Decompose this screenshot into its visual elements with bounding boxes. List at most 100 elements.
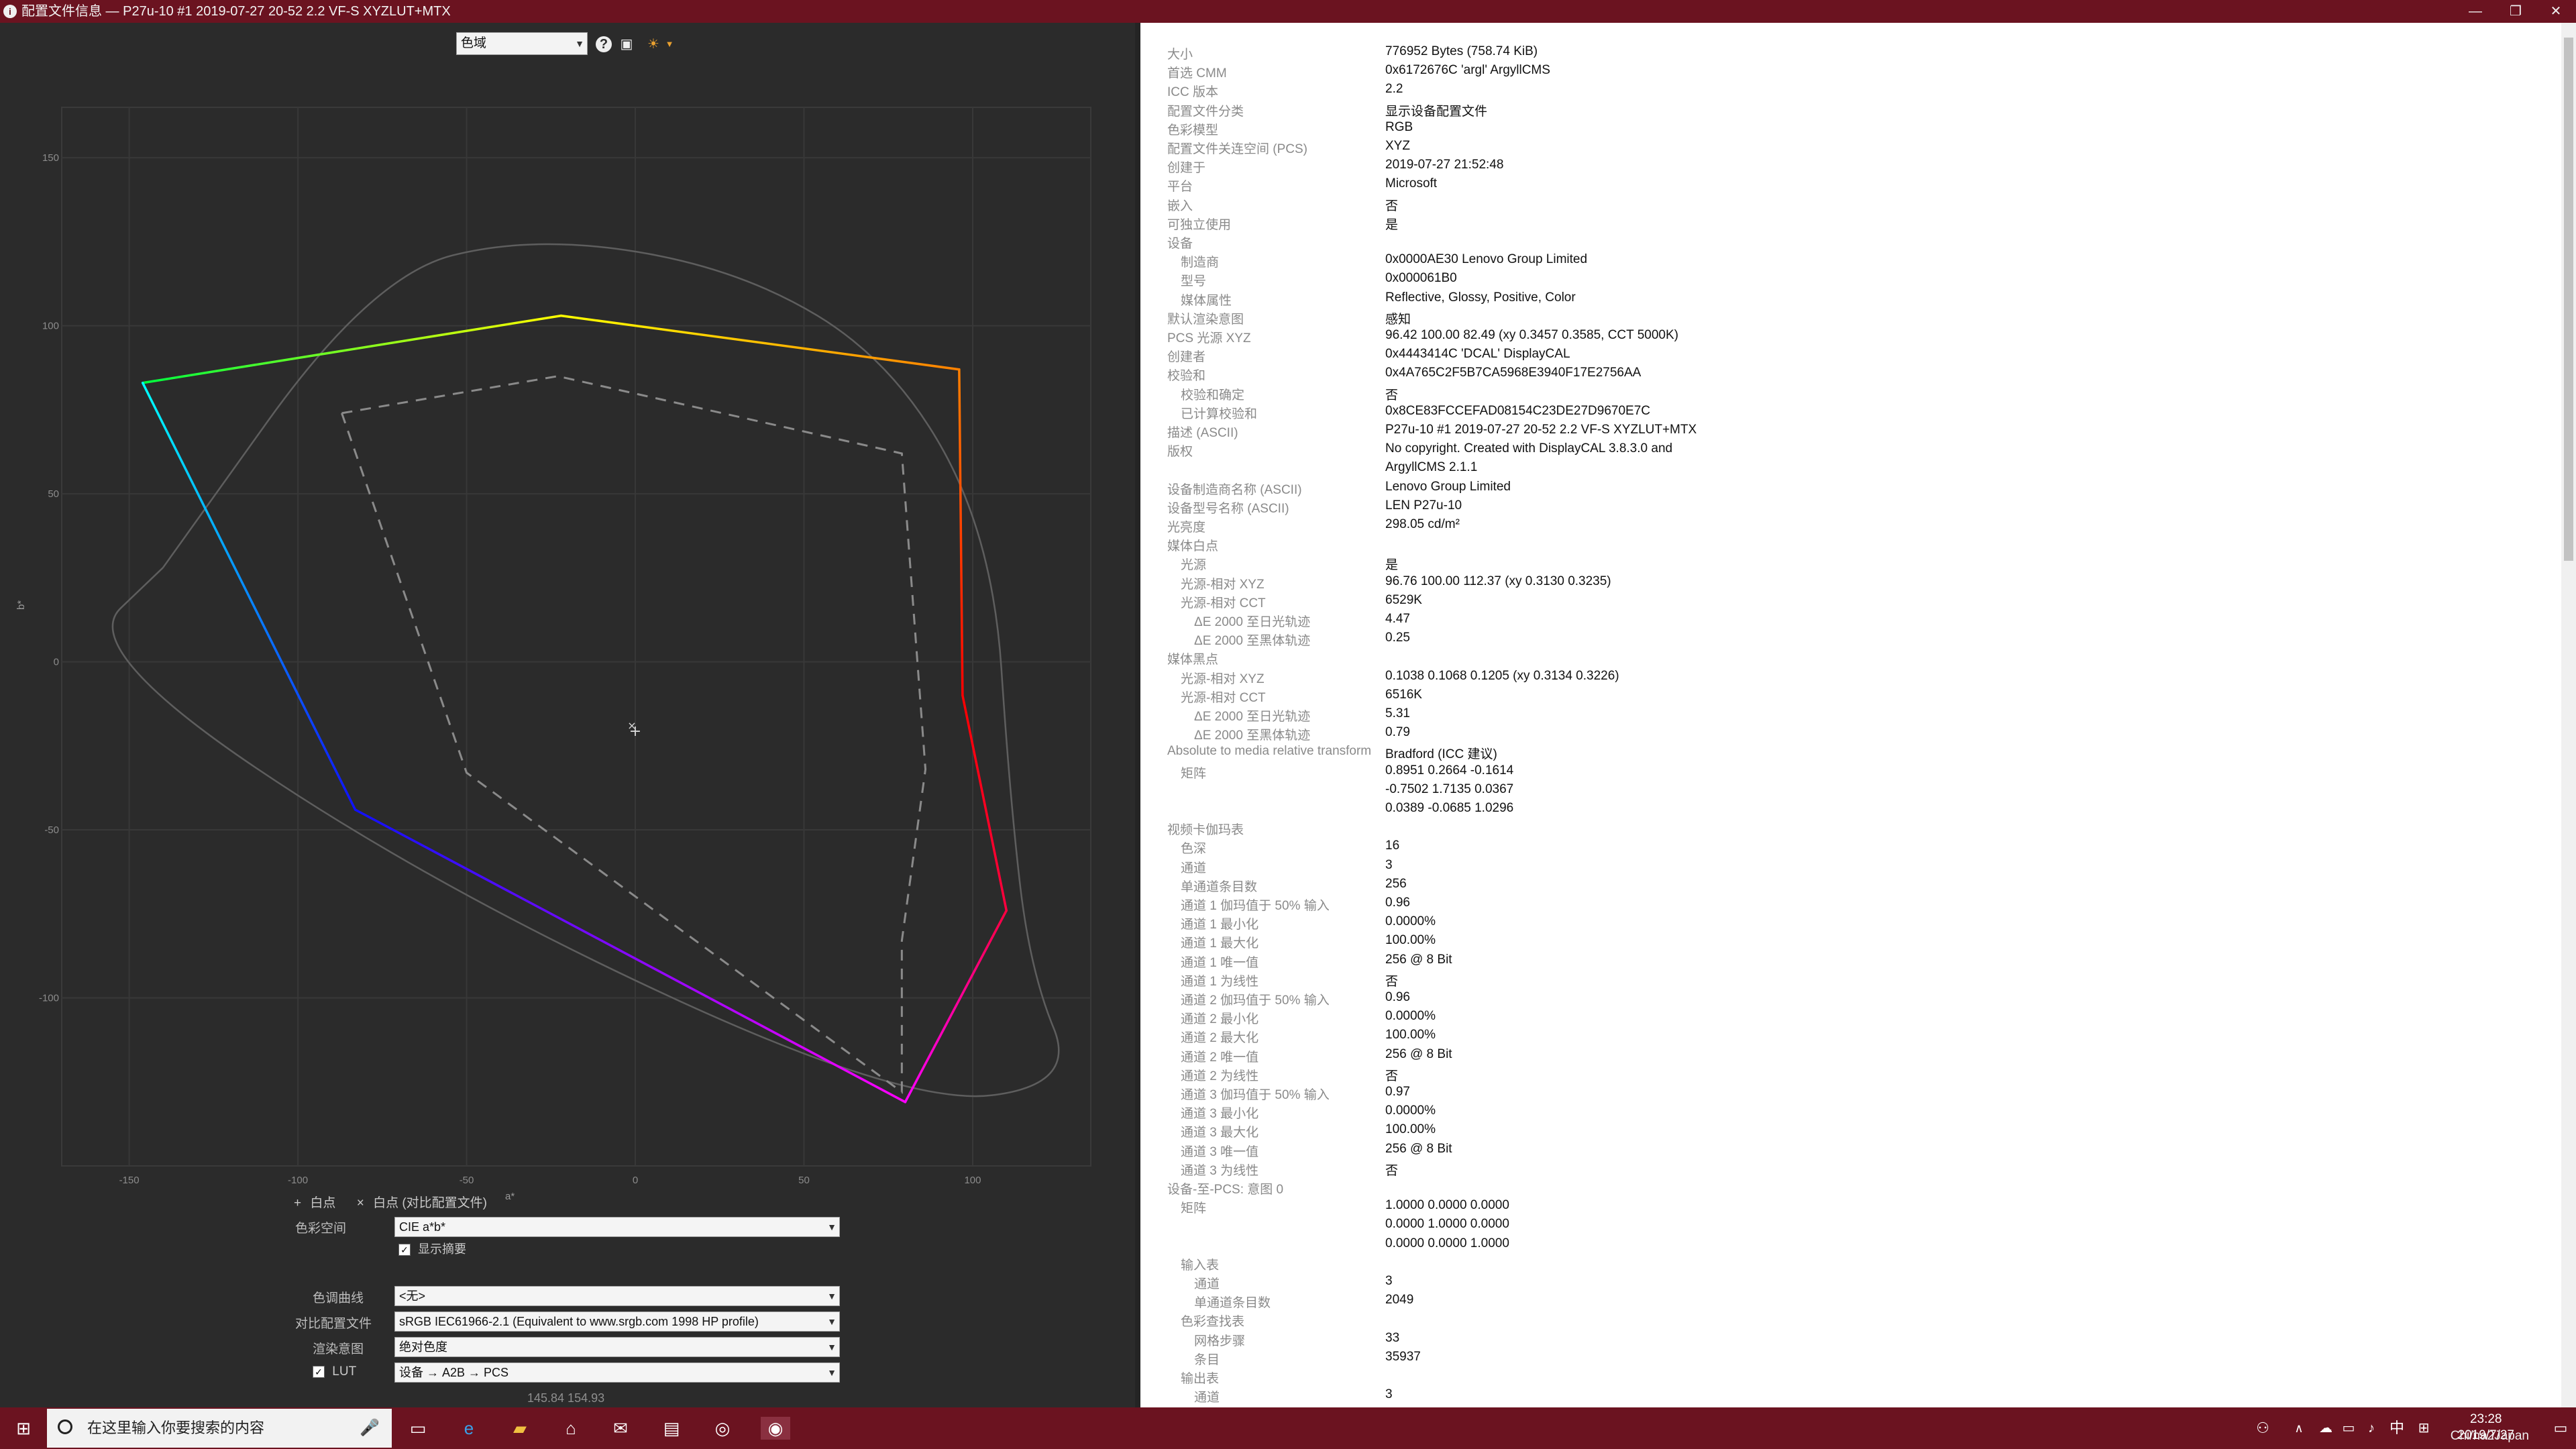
close-button[interactable]: ✕ xyxy=(2536,0,2576,23)
people-icon[interactable]: ⚇ xyxy=(2251,1417,2274,1440)
y-tick-label: 150 xyxy=(42,152,59,164)
show-summary-checkbox[interactable]: ✓ 显示摘要 xyxy=(398,1240,466,1257)
property-label: 版权 xyxy=(1167,445,1193,460)
property-label: 配置文件关连空间 (PCS) xyxy=(1167,142,1308,156)
property-label: Absolute to media relative transform xyxy=(1167,744,1372,759)
notification-icon[interactable]: ▭ xyxy=(2549,1417,2572,1440)
microphone-icon[interactable]: 🎤 xyxy=(360,1409,380,1448)
image-icon[interactable]: ▣ xyxy=(619,36,635,52)
search-icon xyxy=(58,1419,72,1434)
x-tick-label: -100 xyxy=(288,1175,308,1186)
plot-grid xyxy=(61,107,1091,1167)
property-label: 描述 (ASCII) xyxy=(1167,426,1238,440)
intent-select[interactable]: 绝对色度 ▼ xyxy=(394,1337,840,1357)
property-label: ICC 版本 xyxy=(1167,85,1219,100)
mail-icon[interactable]: ✉ xyxy=(609,1417,632,1440)
colorspace-select[interactable]: CIE a*b* ▼ xyxy=(394,1217,840,1237)
property-value: 96.76 100.00 112.37 (xy 0.3130 0.3235) xyxy=(1385,574,1611,588)
property-value: 100.00% xyxy=(1385,1122,1436,1137)
compare-profile-select[interactable]: sRGB IEC61966-2.1 (Equivalent to www.srg… xyxy=(394,1311,840,1332)
view-select-value: 色域 xyxy=(461,36,487,50)
property-label: 设备型号名称 (ASCII) xyxy=(1167,501,1289,516)
property-value: 256 @ 8 Bit xyxy=(1385,1046,1452,1061)
property-value: 3 xyxy=(1385,857,1393,872)
windows-start-icon[interactable]: ⊞ xyxy=(12,1417,35,1440)
property-label: ΔE 2000 至日光轨迹 xyxy=(1194,710,1311,724)
task-view-icon[interactable]: ▭ xyxy=(407,1417,429,1440)
property-value: RGB xyxy=(1385,119,1413,134)
steam-icon[interactable]: ◎ xyxy=(711,1417,734,1440)
property-label: 配置文件分类 xyxy=(1167,104,1244,119)
show-summary-label: 显示摘要 xyxy=(418,1242,467,1256)
property-value: 0.0000% xyxy=(1385,1009,1436,1024)
file-explorer-icon[interactable]: ▰ xyxy=(508,1417,531,1440)
property-label: ΔE 2000 至日光轨迹 xyxy=(1194,615,1311,629)
network-icon[interactable]: ▭ xyxy=(2337,1417,2360,1440)
view-select[interactable]: 色域 ▼ xyxy=(456,32,588,55)
property-label: ΔE 2000 至黑体轨迹 xyxy=(1194,634,1311,649)
property-label: 通道 xyxy=(1194,1391,1220,1405)
lut-select[interactable]: 设备 → A2B → PCS ▼ xyxy=(394,1362,840,1383)
chevron-down-icon[interactable]: ▼ xyxy=(661,36,678,52)
property-label: 设备-至-PCS: 意图 0 xyxy=(1167,1183,1284,1197)
property-value: 0x4443414C 'DCAL' DisplayCAL xyxy=(1385,347,1570,362)
tray-expand-icon[interactable]: ∧ xyxy=(2288,1417,2310,1440)
chevron-down-icon: ▼ xyxy=(827,1222,837,1232)
whitepoint-marker-icon: + xyxy=(294,1196,302,1210)
chevron-down-icon: ▼ xyxy=(575,38,584,49)
scrollbar[interactable] xyxy=(2561,23,2576,1407)
property-label: 通道 1 为线性 xyxy=(1181,974,1259,989)
edge-icon[interactable]: e xyxy=(458,1417,480,1440)
ime-indicator[interactable]: 中 xyxy=(2385,1417,2408,1440)
pane-splitter[interactable] xyxy=(1135,23,1140,1407)
property-value: 0.1038 0.1068 0.1205 (xy 0.3134 0.3226) xyxy=(1385,668,1619,683)
lut-checkbox[interactable]: ✓ LUT xyxy=(313,1364,356,1379)
legend-whitepoint: 白点 xyxy=(310,1196,336,1210)
property-label: 创建者 xyxy=(1167,350,1206,365)
luminance-icon[interactable]: ☀ xyxy=(645,36,661,52)
property-label: 通道 3 唯一值 xyxy=(1181,1144,1259,1159)
tone-curve-value: <无> xyxy=(399,1289,426,1303)
property-value: 0.0000% xyxy=(1385,914,1436,929)
property-value: 0.0000 0.0000 1.0000 xyxy=(1385,1236,1509,1250)
property-label: 色彩查找表 xyxy=(1181,1315,1245,1330)
cloud-icon[interactable]: ☁ xyxy=(2314,1417,2337,1440)
keyboard-icon[interactable]: ⊞ xyxy=(2412,1417,2435,1440)
property-value: Reflective, Glossy, Positive, Color xyxy=(1385,290,1576,305)
store-icon[interactable]: ⌂ xyxy=(559,1417,582,1440)
plot-frame xyxy=(61,107,1091,1167)
property-value: Lenovo Group Limited xyxy=(1385,479,1511,494)
property-value: 3 xyxy=(1385,1387,1393,1402)
tone-curve-select[interactable]: <无> ▼ xyxy=(394,1286,840,1306)
property-value: No copyright. Created with DisplayCAL 3.… xyxy=(1385,441,1673,456)
y-tick-label: 0 xyxy=(54,657,59,668)
minimize-button[interactable]: — xyxy=(2455,0,2496,23)
chevron-down-icon: ▼ xyxy=(827,1367,837,1378)
property-label: 通道 1 伽玛值于 50% 输入 xyxy=(1181,899,1330,913)
property-value: Bradford (ICC 建议) xyxy=(1385,747,1497,762)
volume-icon[interactable]: ♪ xyxy=(2360,1417,2383,1440)
app-window-icon[interactable]: ▤ xyxy=(660,1417,683,1440)
search-placeholder: 在这里输入你要搜索的内容 xyxy=(87,1419,265,1436)
property-label: 通道 2 为线性 xyxy=(1181,1069,1259,1083)
property-label: 设备 xyxy=(1167,237,1193,251)
property-value: Microsoft xyxy=(1385,176,1438,191)
help-icon[interactable]: ? xyxy=(596,36,612,52)
displaycal-icon[interactable]: ◉ xyxy=(761,1417,790,1440)
property-label: 嵌入 xyxy=(1167,199,1193,213)
property-value: 6516K xyxy=(1385,687,1422,702)
x-tick-label: -50 xyxy=(460,1175,474,1186)
gamut-plot[interactable]: -150 -100 -50 0 50 100150100500-50-100 +× b* … xyxy=(0,70,1135,1210)
property-value: -0.7502 1.7135 0.0367 xyxy=(1385,782,1514,796)
property-label: 通道 xyxy=(1181,861,1207,875)
restore-button[interactable]: ❐ xyxy=(2496,0,2536,23)
y-axis-label: b* xyxy=(15,600,27,610)
x-tick-label: -150 xyxy=(119,1175,140,1186)
property-value: 感知 xyxy=(1385,312,1411,327)
taskbar-search[interactable]: 在这里输入你要搜索的内容 🎤 xyxy=(47,1409,392,1448)
property-value: 是 xyxy=(1385,558,1399,573)
intent-label: 渲染意图 xyxy=(313,1342,364,1356)
property-label: 单通道条目数 xyxy=(1194,1296,1271,1311)
property-label: 型号 xyxy=(1181,274,1207,289)
scrollbar-thumb[interactable] xyxy=(2564,38,2573,561)
